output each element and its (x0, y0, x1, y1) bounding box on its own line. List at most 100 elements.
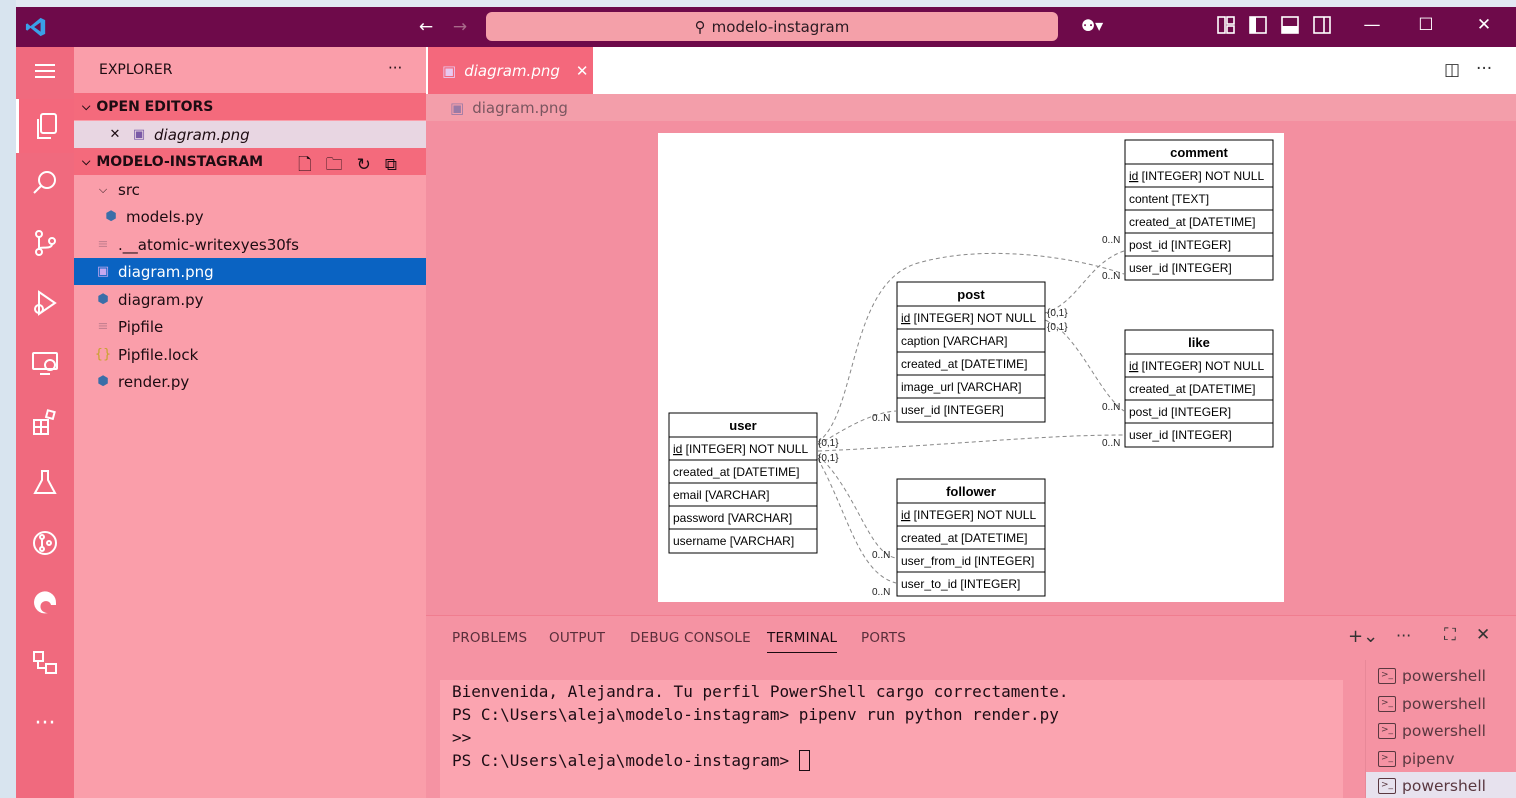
search-icon[interactable] (16, 159, 74, 207)
terminal-item[interactable]: >_ powershell (1366, 772, 1516, 798)
forward-arrow-icon[interactable]: → (448, 17, 472, 37)
table-field: caption [VARCHAR] (901, 334, 1008, 348)
maximize-button[interactable]: ☐ (1414, 15, 1438, 35)
split-editor-icon[interactable]: ◫ (1444, 60, 1460, 80)
tree-item-label: src (118, 180, 140, 199)
diagram-image: 0..N 0..N 0..N 0..N 0..N 0..N 0..N {0,1} {0,1} {0… (658, 133, 1284, 602)
desktop-taskbar-strip (16, 0, 1516, 7)
explorer-more-icon[interactable]: ··· (388, 59, 402, 77)
tree-item-render-py[interactable]: ⬢ render.py (74, 368, 426, 395)
command-center-search[interactable]: ⚲ modelo-instagram (486, 12, 1058, 41)
relationship-line (817, 434, 1125, 452)
extensions-icon[interactable] (16, 399, 74, 447)
explorer-icon[interactable] (16, 99, 74, 153)
table-field: user_from_id [INTEGER] (901, 554, 1034, 568)
chevron-down-icon: ⌵ (82, 154, 91, 168)
cardinality-label: 0..N (1102, 438, 1120, 449)
testing-icon[interactable] (16, 459, 74, 507)
terminal[interactable]: Bienvenida, Alejandra. Tu perfil PowerSh… (440, 680, 1343, 798)
copilot-icon[interactable]: ⚉▾ (1072, 16, 1112, 36)
maximize-panel-icon[interactable]: ⛶ (1444, 625, 1456, 645)
cardinality-label: 0..N (1102, 271, 1120, 282)
terminal-item[interactable]: >_ powershell (1366, 662, 1516, 689)
tab-output[interactable]: OUTPUT (549, 630, 605, 646)
terminal-item-label: powershell (1402, 721, 1486, 740)
table-field: image_url [VARCHAR] (901, 380, 1022, 394)
remote-explorer-icon[interactable] (16, 339, 74, 387)
cardinality-label: {0,1} (818, 453, 839, 464)
file-icon: ≡ (97, 237, 109, 252)
editor-area: ▣ diagram.png ✕ ◫ ··· ▣ diagram.png 0..N… (426, 47, 1516, 615)
open-editor-item[interactable]: ✕ ▣ diagram.png (74, 121, 426, 148)
toggle-panel-icon[interactable] (1278, 16, 1302, 39)
edge-icon[interactable] (16, 579, 74, 627)
breadcrumb-label[interactable]: diagram.png (472, 99, 568, 117)
close-icon[interactable]: ✕ (106, 127, 124, 142)
tree-item-pipfile[interactable]: ≡ Pipfile (74, 313, 426, 340)
tree-item-models-py[interactable]: ⬢ models.py (74, 203, 426, 230)
activity-bar: ··· (16, 47, 74, 798)
project-header[interactable]: ⌵ MODELO-INSTAGRAM 🗋🗀↻⧉ (74, 148, 426, 175)
project-manager-icon[interactable] (16, 639, 74, 687)
cardinality-label: 0..N (872, 550, 890, 561)
minimize-button[interactable]: — (1360, 15, 1384, 35)
tree-item-src[interactable]: ⌵ src (74, 176, 426, 203)
close-icon[interactable]: ✕ (576, 62, 589, 80)
table-field: created_at [DATETIME] (1129, 382, 1256, 396)
terminal-line: >> (452, 728, 472, 747)
tree-item-diagram-py[interactable]: ⬢ diagram.py (74, 286, 426, 313)
tree-item-pipfile-lock[interactable]: {} Pipfile.lock (74, 341, 426, 368)
customize-layout-icon[interactable] (1214, 16, 1238, 39)
tab-diagram-png[interactable]: ▣ diagram.png ✕ (428, 47, 593, 94)
python-icon: ⬢ (97, 374, 109, 389)
tab-problems[interactable]: PROBLEMS (452, 630, 527, 646)
close-window-button[interactable]: ✕ (1472, 15, 1496, 35)
table-field: user_id [INTEGER] (1129, 261, 1232, 275)
desktop-background (0, 0, 16, 798)
cardinality-label: {0,1} (818, 438, 839, 449)
terminal-icon: >_ (1378, 667, 1396, 684)
image-icon: ▣ (132, 127, 146, 142)
cardinality-label: 0..N (872, 413, 890, 424)
panel-more-icon[interactable]: ··· (1396, 626, 1411, 645)
terminal-item[interactable]: >_ powershell (1366, 717, 1516, 744)
refresh-icon[interactable]: ↻ (357, 155, 385, 175)
run-debug-icon[interactable] (16, 279, 74, 327)
back-arrow-icon[interactable]: ← (414, 17, 438, 37)
new-folder-icon[interactable]: 🗀 (326, 155, 357, 175)
new-file-icon[interactable]: 🗋 (298, 155, 326, 175)
relationship-line (1044, 319, 1125, 412)
terminal-icon: >_ (1378, 695, 1396, 712)
menu-icon[interactable] (16, 47, 74, 95)
more-icon[interactable]: ··· (16, 699, 74, 747)
erd-diagram: 0..N 0..N 0..N 0..N 0..N 0..N 0..N {0,1} {0,1} {0… (668, 139, 1274, 598)
tree-item-atomic[interactable]: ≡ .__atomic-writexyes30fs (74, 231, 426, 258)
cardinality-label: 0..N (872, 587, 890, 598)
terminal-item[interactable]: >_ pipenv (1366, 745, 1516, 772)
terminal-item[interactable]: >_ powershell (1366, 690, 1516, 717)
tab-terminal[interactable]: TERMINAL (767, 630, 838, 653)
tree-item-diagram-png[interactable]: ▣ diagram.png (74, 258, 426, 285)
chevron-down-icon: ⌵ (98, 182, 108, 196)
tab-debug-console[interactable]: DEBUG CONSOLE (630, 630, 751, 646)
open-editors-label: OPEN EDITORS (96, 98, 214, 115)
source-control-icon[interactable] (16, 219, 74, 267)
tree-item-label: diagram.png (118, 262, 214, 281)
cardinality-label: {0,1} (1047, 308, 1068, 319)
editor-more-icon[interactable]: ··· (1476, 59, 1492, 79)
toggle-sidebar-icon[interactable] (1246, 16, 1270, 39)
table-field: id [INTEGER] NOT NULL (901, 508, 1036, 522)
terminal-line: PS C:\Users\aleja\modelo-instagram> pipe… (452, 705, 1059, 724)
git-graph-icon[interactable] (16, 519, 74, 567)
tab-ports[interactable]: PORTS (861, 630, 906, 646)
close-panel-icon[interactable]: ✕ (1476, 625, 1490, 645)
table-field: post_id [INTEGER] (1129, 238, 1231, 252)
table-field: user_to_id [INTEGER] (901, 577, 1020, 591)
table-field: id [INTEGER] NOT NULL (673, 442, 808, 456)
new-terminal-icon[interactable]: +⌄ (1348, 626, 1378, 647)
image-icon: ▣ (442, 61, 457, 80)
toggle-secondary-sidebar-icon[interactable] (1310, 16, 1334, 39)
collapse-all-icon[interactable]: ⧉ (385, 155, 411, 175)
table-field: id [INTEGER] NOT NULL (901, 311, 1036, 325)
open-editors-header[interactable]: ⌵ OPEN EDITORS (74, 93, 426, 120)
